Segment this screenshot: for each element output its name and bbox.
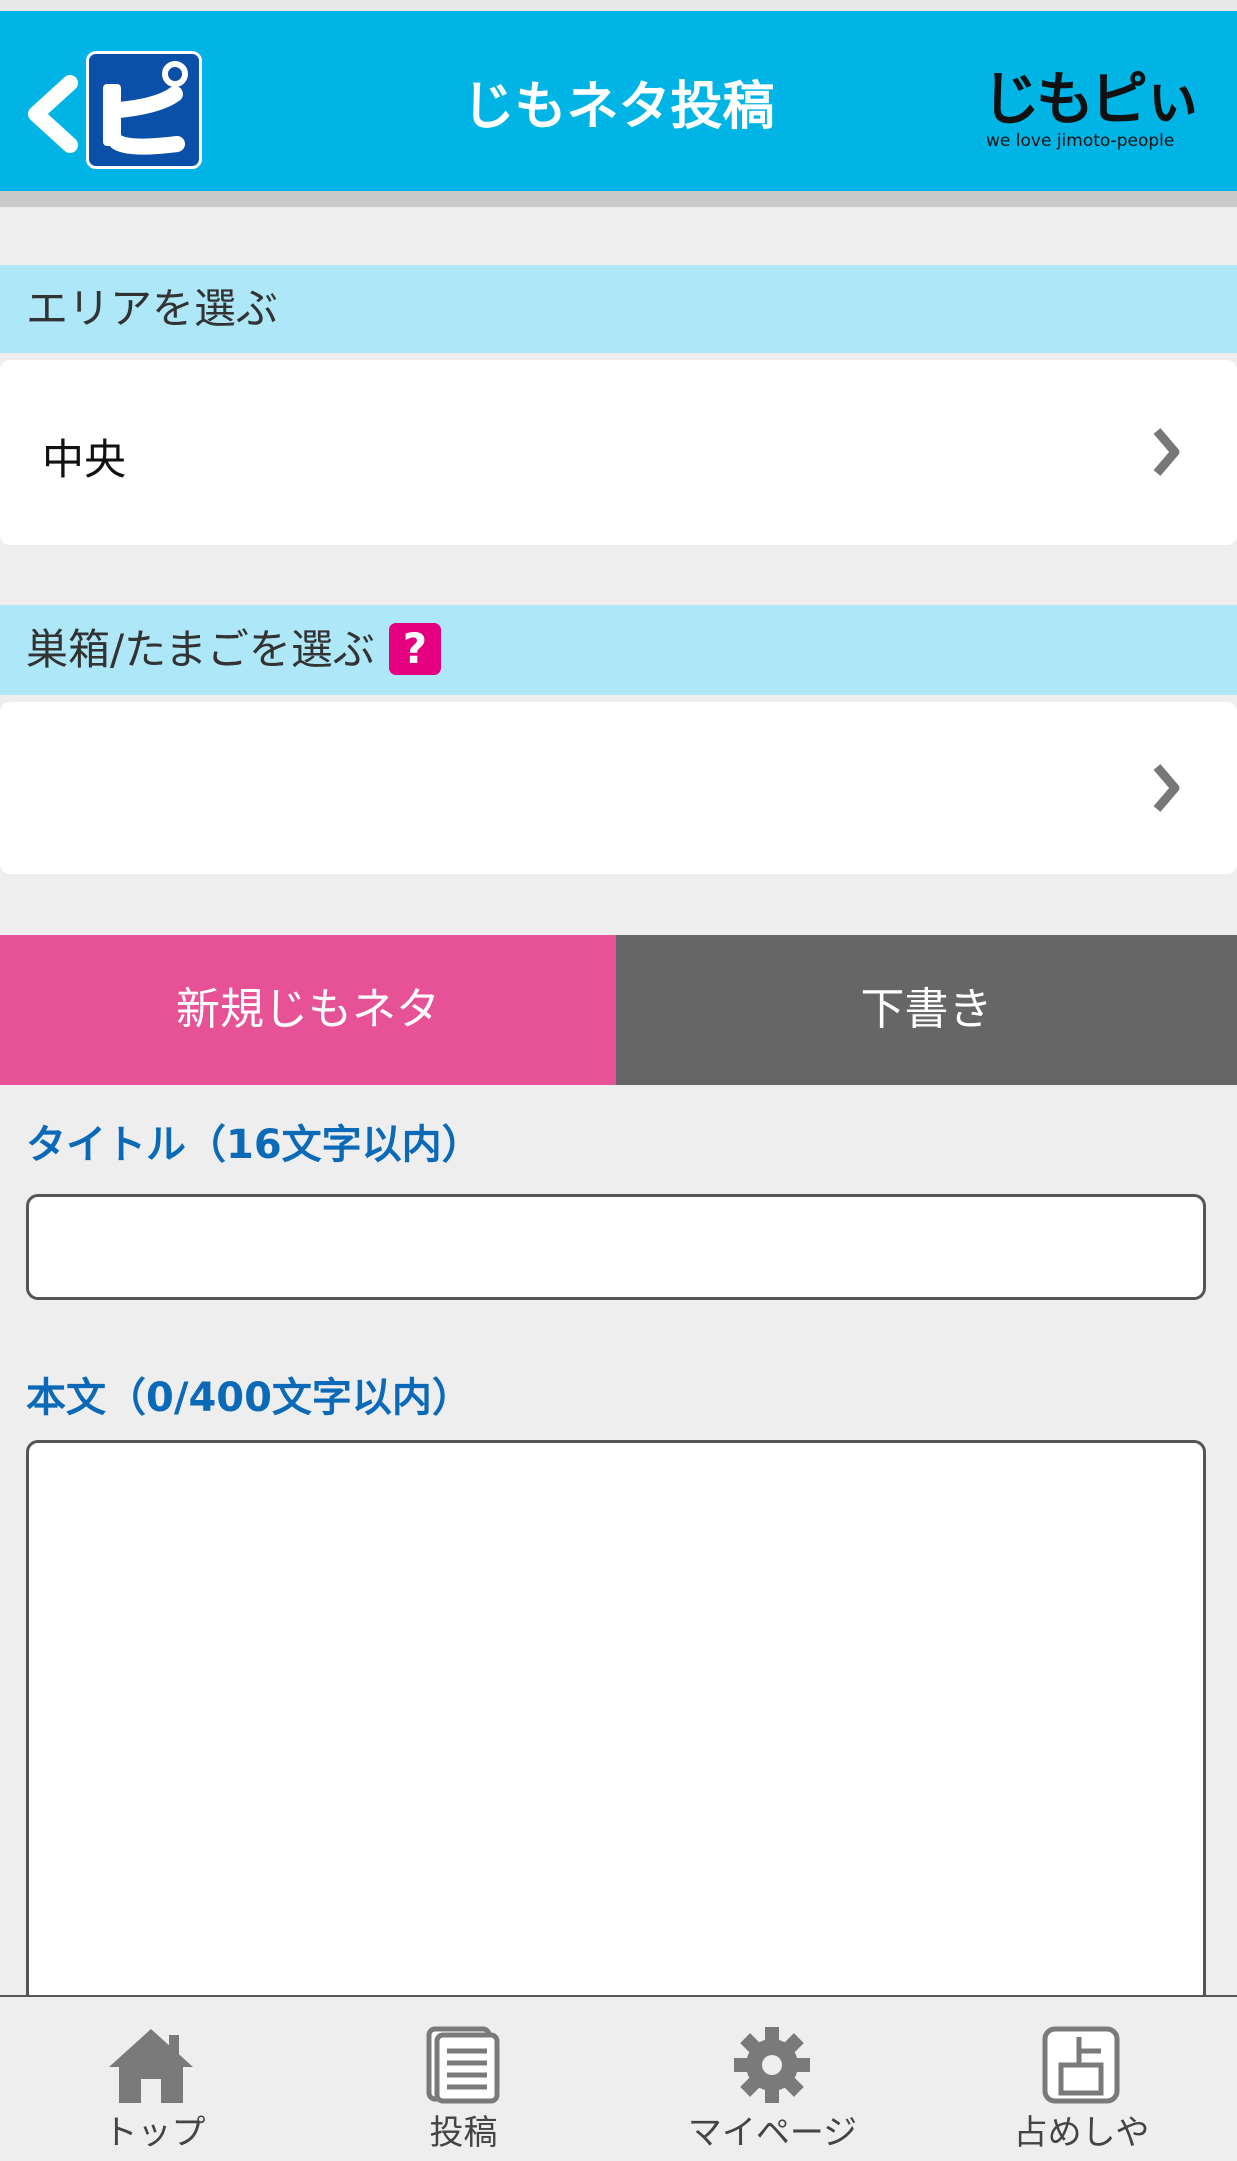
- fortune-icon: [1042, 2026, 1120, 2104]
- status-strip: [0, 0, 1237, 11]
- body-textarea[interactable]: [26, 1440, 1206, 2040]
- nest-select[interactable]: [0, 702, 1237, 874]
- area-section-label: エリアを選ぶ: [0, 265, 1237, 353]
- title-field-label: タイトル（16文字以内）: [26, 1122, 482, 1168]
- body-field-label: 本文（0/400文字以内）: [26, 1375, 472, 1421]
- tabbar-item-fortune[interactable]: 占めしや: [927, 1997, 1236, 2161]
- chevron-right-icon: [1153, 764, 1180, 812]
- tabbar-item-mypage[interactable]: マイページ: [618, 1997, 927, 2161]
- bottom-tab-bar: トップ 投稿 マイページ 占めしや: [0, 1995, 1237, 2161]
- home-icon: [109, 2029, 193, 2103]
- brand-tagline: we love jimoto-people: [986, 131, 1175, 151]
- brand-name: じもピぃ: [982, 65, 1202, 133]
- nest-section-label: 巣箱/たまごを選ぶ?: [0, 605, 1237, 695]
- brand-logo: じもピぃ we love jimoto-people: [982, 65, 1202, 157]
- header-divider: [0, 191, 1237, 207]
- area-value: 中央: [42, 435, 127, 484]
- gear-icon: [734, 2027, 810, 2103]
- tab-new-post[interactable]: 新規じもネタ: [0, 935, 616, 1085]
- help-icon[interactable]: ?: [388, 622, 441, 675]
- title-input[interactable]: [26, 1194, 1206, 1300]
- area-select[interactable]: 中央: [0, 360, 1237, 545]
- tabbar-item-top[interactable]: トップ: [0, 1997, 309, 2161]
- tab-drafts[interactable]: 下書き: [616, 935, 1237, 1085]
- tabbar-item-post[interactable]: 投稿: [309, 1997, 618, 2161]
- app-header: じもネタ投稿 じもピぃ we love jimoto-people: [0, 11, 1237, 191]
- document-icon: [426, 2026, 500, 2104]
- chevron-right-icon: [1153, 428, 1180, 476]
